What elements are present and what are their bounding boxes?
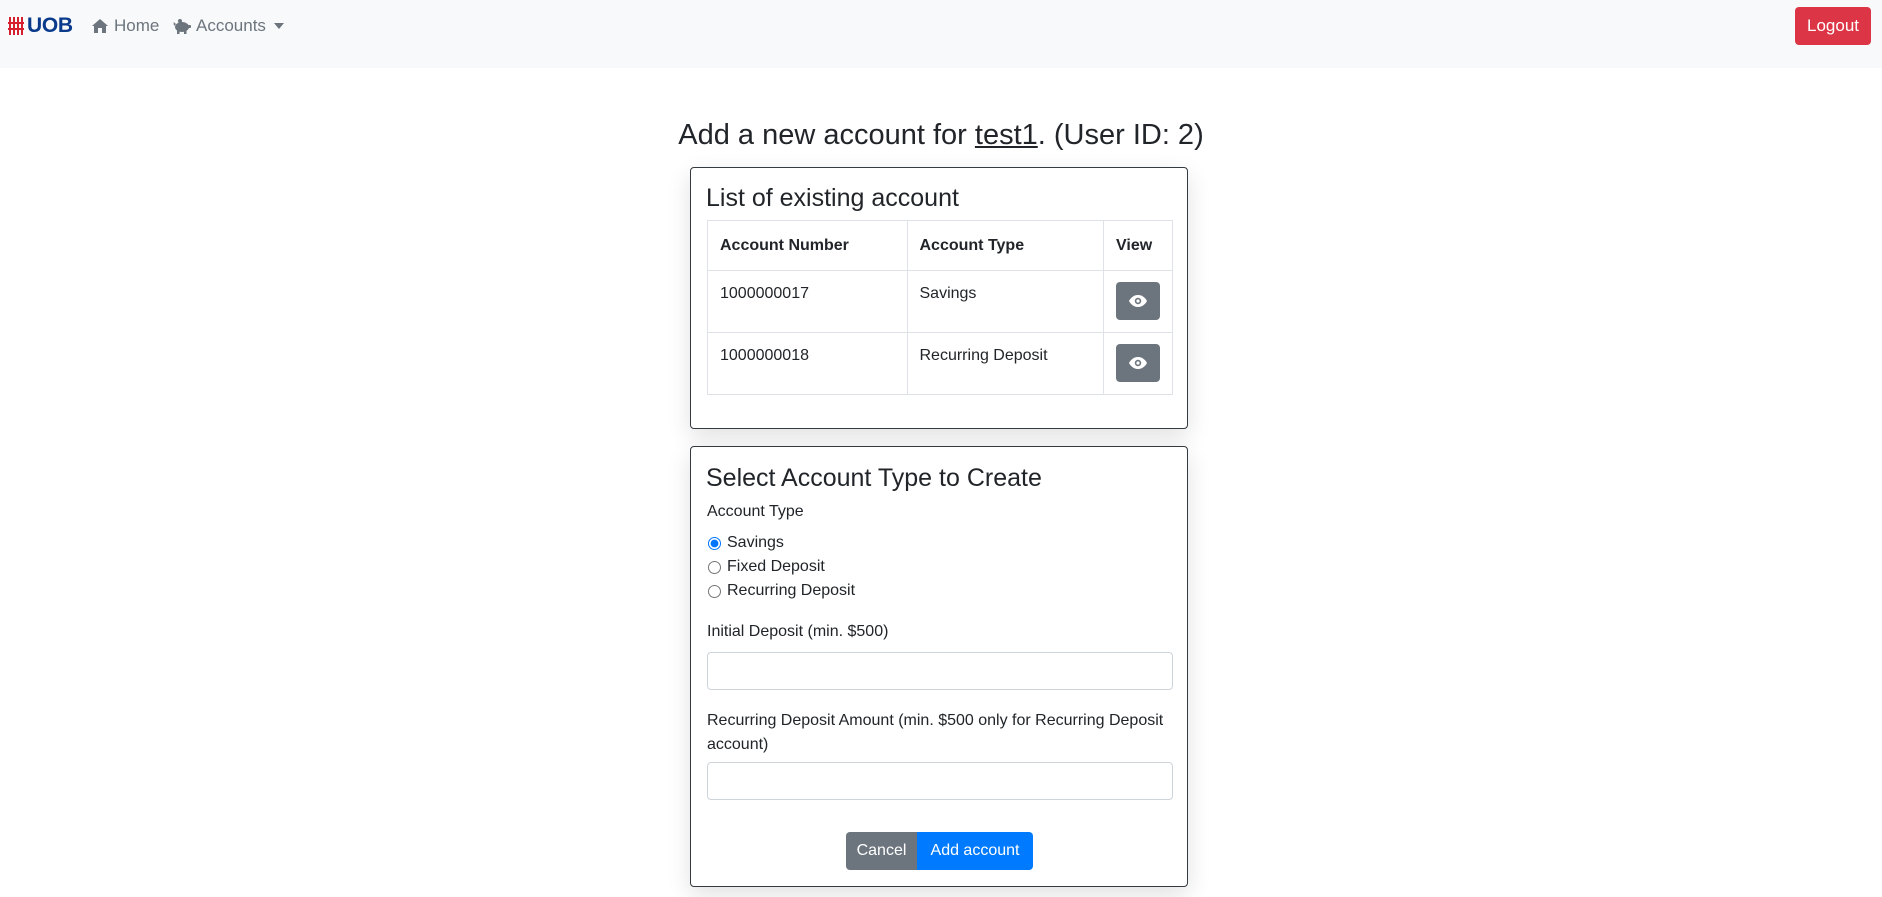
column-header-account-number: Account Number <box>707 220 908 271</box>
account-type-label: Account Type <box>707 503 804 520</box>
create-account-card: Select Account Type to Create Account Ty… <box>690 446 1188 887</box>
view-account-button[interactable] <box>1116 344 1160 382</box>
account-number-cell: 1000000017 <box>707 270 908 333</box>
radio-fixed-deposit-label: Fixed Deposit <box>727 558 825 575</box>
view-cell <box>1103 332 1173 395</box>
page-title-suffix: . (User ID: 2) <box>1037 119 1204 151</box>
brand-logo[interactable]: UOB <box>8 14 73 38</box>
view-cell <box>1103 270 1173 333</box>
radio-savings-label: Savings <box>727 534 784 551</box>
column-header-view: View <box>1103 220 1173 271</box>
create-account-title: Select Account Type to Create <box>706 464 1042 492</box>
add-account-button[interactable]: Add account <box>917 832 1033 870</box>
form-button-group: Cancel Add account <box>846 832 1033 870</box>
nav-accounts-label: Accounts <box>196 16 266 35</box>
radio-savings[interactable]: Savings <box>707 534 784 552</box>
table-row: 1000000017 Savings <box>707 270 1173 333</box>
table-row: 1000000018 Recurring Deposit <box>707 332 1173 395</box>
account-number-cell: 1000000018 <box>707 332 908 395</box>
initial-deposit-input[interactable] <box>707 652 1173 690</box>
account-type-cell: Savings <box>906 270 1104 333</box>
eye-icon <box>1129 295 1147 307</box>
existing-accounts-card: List of existing account Account Number … <box>690 167 1188 429</box>
page-title: Add a new account for test1. (User ID: 2… <box>0 115 1882 155</box>
page-title-username: test1 <box>974 119 1038 151</box>
radio-fixed-deposit-input[interactable] <box>708 560 721 574</box>
nav-home-label: Home <box>114 16 160 35</box>
brand-text: UOB <box>27 14 73 37</box>
radio-recurring-deposit[interactable]: Recurring Deposit <box>707 582 855 600</box>
piggy-bank-icon <box>173 19 191 34</box>
column-header-account-type: Account Type <box>906 220 1104 271</box>
existing-accounts-title: List of existing account <box>706 184 959 212</box>
uob-stripes-icon <box>8 17 24 35</box>
initial-deposit-label: Initial Deposit (min. $500) <box>707 623 889 640</box>
eye-icon <box>1129 357 1147 369</box>
logout-button[interactable]: Logout <box>1795 7 1871 45</box>
account-type-cell: Recurring Deposit <box>906 332 1104 395</box>
page-title-prefix: Add a new account for <box>678 119 975 151</box>
radio-recurring-deposit-label: Recurring Deposit <box>727 582 856 599</box>
radio-fixed-deposit[interactable]: Fixed Deposit <box>707 558 825 576</box>
chevron-down-icon <box>273 23 284 29</box>
nav-accounts-dropdown[interactable]: Accounts <box>173 14 284 38</box>
recurring-deposit-input[interactable] <box>707 762 1173 800</box>
view-account-button[interactable] <box>1116 282 1160 320</box>
home-icon <box>92 19 108 33</box>
radio-savings-input[interactable] <box>708 536 721 550</box>
recurring-deposit-label: Recurring Deposit Amount (min. $500 only… <box>707 712 1164 753</box>
accounts-table: Account Number Account Type View 1000000… <box>707 220 1173 395</box>
radio-recurring-deposit-input[interactable] <box>708 584 721 598</box>
top-navbar: UOB Home Accounts Logout <box>0 0 1882 68</box>
nav-home-link[interactable]: Home <box>91 14 159 38</box>
cancel-button[interactable]: Cancel <box>846 832 917 870</box>
table-header-row: Account Number Account Type View <box>707 220 1173 271</box>
